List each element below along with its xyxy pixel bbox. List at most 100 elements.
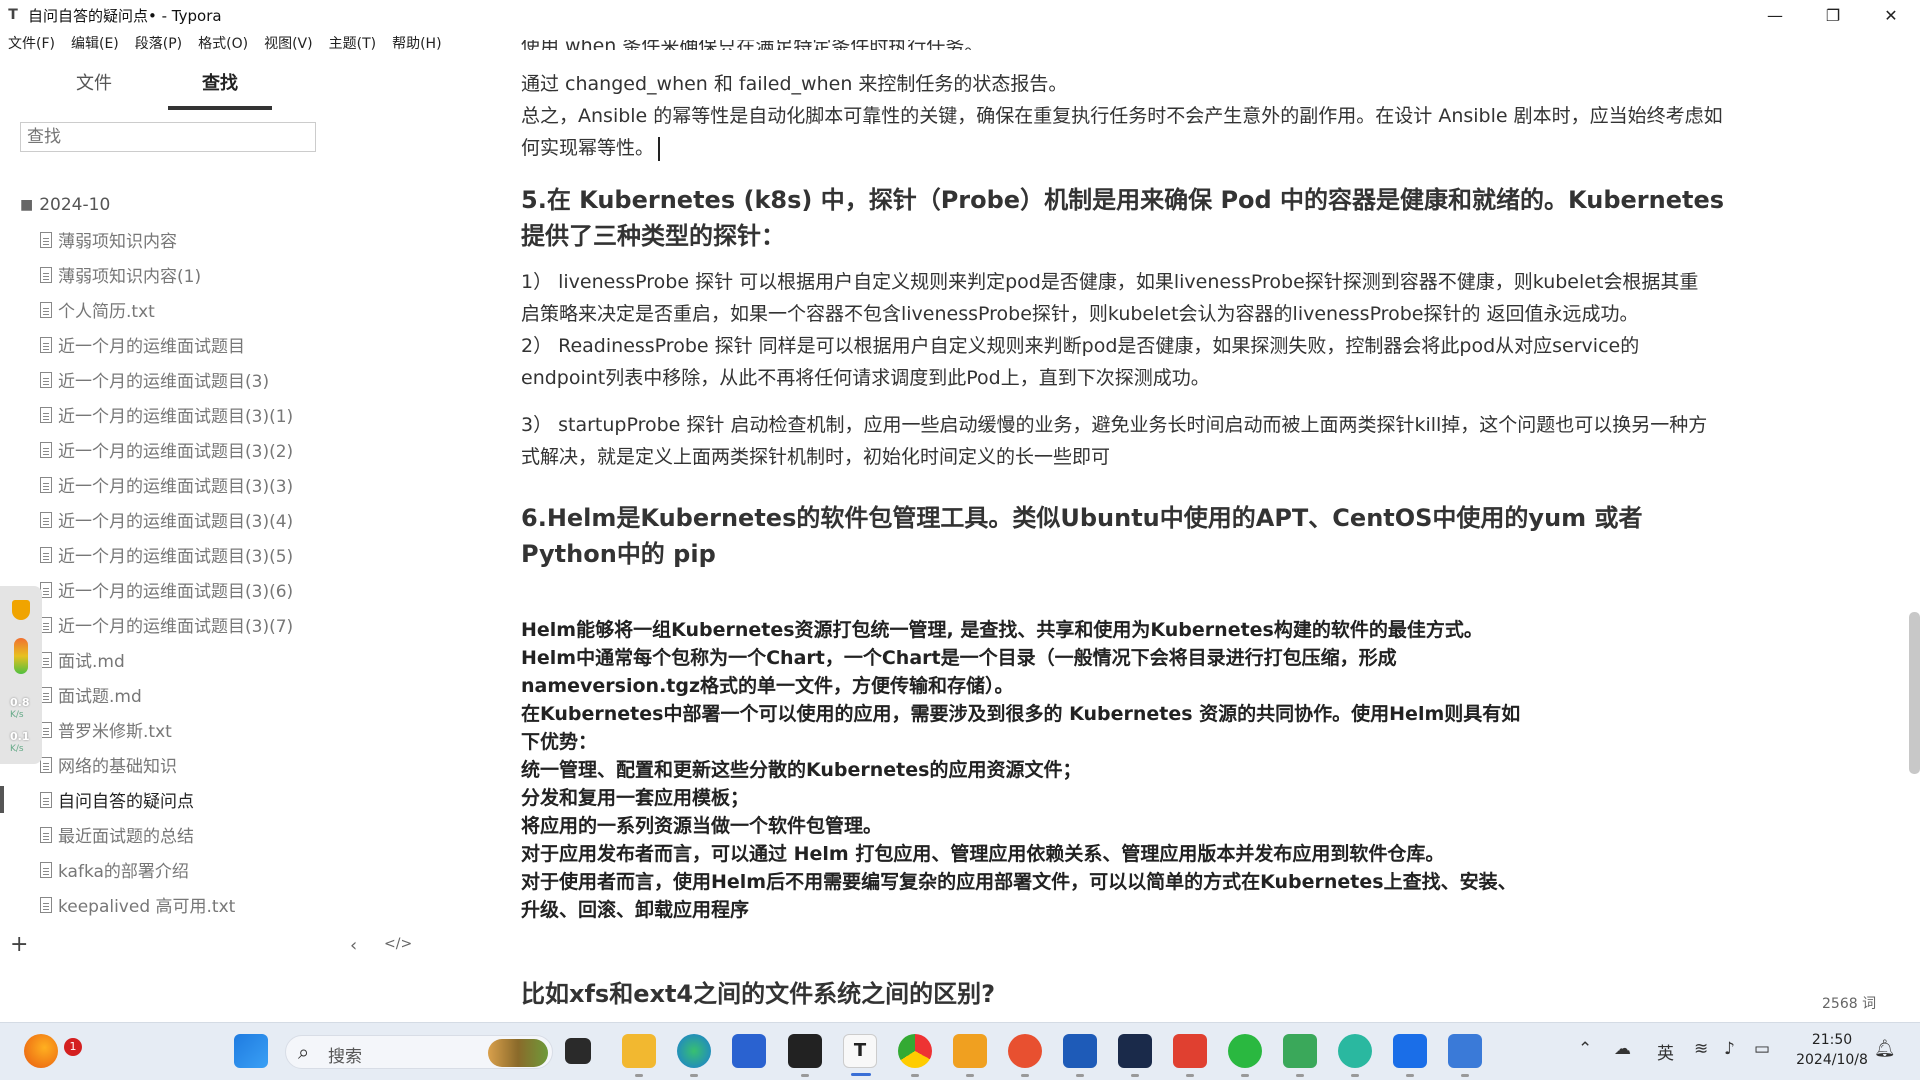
upload-unit: K/s (10, 710, 24, 720)
photos-icon[interactable] (1393, 1034, 1427, 1077)
terminal-cat-icon[interactable] (1118, 1034, 1152, 1077)
file-label: 自问自答的疑问点 (58, 792, 194, 812)
document-icon (40, 441, 52, 458)
file-label: 普罗米修斯.txt (58, 722, 172, 742)
file-item[interactable]: 近一个月的运维面试题目 (0, 327, 334, 362)
heading-probes: 5.在 Kubernetes (k8s) 中，探针（Probe）机制是用来确保 … (521, 186, 1725, 250)
file-item[interactable]: 面试.md (0, 642, 334, 677)
ime-indicator[interactable]: 英 (1657, 1039, 1674, 1064)
helm-line: 分发和复用一套应用模板； (521, 787, 750, 809)
edge-browser-icon[interactable] (677, 1034, 711, 1077)
document-icon (40, 476, 52, 493)
sidebar-search-input[interactable] (20, 122, 316, 152)
notification-bell-icon[interactable]: 🔔︎ (1874, 1039, 1896, 1059)
folder-item[interactable]: ■ 2024-10 (0, 188, 334, 222)
tab-search[interactable]: 查找 (168, 58, 272, 110)
battery-icon[interactable]: ▭ (1754, 1039, 1770, 1059)
taskbar: 1 ⌕ 搜索 T ⌃ ☁ 英 ≋ ♪ ▭ 21:50 2024/10/8 🔔︎ (0, 1022, 1920, 1080)
menu-paragraph[interactable]: 段落(P) (135, 33, 182, 53)
text-cursor (658, 136, 661, 161)
restore-button[interactable]: ❐ (1804, 0, 1862, 30)
xmind-icon[interactable] (1173, 1034, 1207, 1077)
word-icon[interactable] (1063, 1034, 1097, 1077)
screenshot-tool-icon[interactable] (953, 1034, 987, 1077)
taskbar-search-label: 搜索 (328, 1047, 362, 1067)
notepad-icon[interactable] (1448, 1034, 1482, 1077)
menu-file[interactable]: 文件(F) (8, 33, 55, 53)
add-file-button[interactable]: + (10, 932, 28, 957)
window-title: 自问自答的疑问点• - Typora (28, 6, 222, 25)
source-code-mode-button[interactable]: </> (384, 936, 412, 952)
file-label: keepalived 高可用.txt (58, 897, 236, 917)
file-item[interactable]: 近一个月的运维面试题目(3)(1) (0, 397, 334, 432)
document-icon (40, 546, 52, 563)
store-icon[interactable] (732, 1034, 766, 1068)
file-item[interactable]: 薄弱项知识内容 (0, 222, 334, 257)
file-item[interactable]: 个人简历.txt (0, 292, 334, 327)
document-icon (40, 371, 52, 388)
menu-format[interactable]: 格式(O) (198, 33, 248, 53)
tab-files[interactable]: 文件 (34, 58, 154, 110)
word-count[interactable]: 2568 词 (1822, 993, 1876, 1013)
file-item[interactable]: 近一个月的运维面试题目(3)(5) (0, 537, 334, 572)
paragraph: 通过 changed_when 和 failed_when 来控制任务的状态报告… (521, 73, 1068, 95)
minimize-button[interactable]: — (1746, 0, 1804, 30)
file-item[interactable]: 近一个月的运维面试题目(3) (0, 362, 334, 397)
file-label: 近一个月的运维面试题目(3)(7) (58, 617, 294, 637)
file-item[interactable]: 近一个月的运维面试题目(3)(6) (0, 572, 334, 607)
file-explorer-icon[interactable] (622, 1034, 656, 1077)
menu-help[interactable]: 帮助(H) (392, 33, 441, 53)
menu-theme[interactable]: 主题(T) (329, 33, 376, 53)
boss-app-icon[interactable] (1338, 1034, 1372, 1077)
document-icon (40, 756, 52, 773)
chrome-icon[interactable] (898, 1034, 932, 1077)
file-item[interactable]: 近一个月的运维面试题目(3)(3) (0, 467, 334, 502)
browser-icon[interactable] (1008, 1034, 1042, 1077)
file-label: 薄弱项知识内容(1) (58, 267, 202, 287)
file-item[interactable]: 近一个月的运维面试题目(3)(2) (0, 432, 334, 467)
file-label: 面试.md (58, 652, 125, 672)
taskbar-search[interactable]: ⌕ 搜索 (285, 1035, 553, 1069)
editor-content[interactable]: 使用 when 条件来确保只在满足特定条件时执行任务。 通过 changed_w… (521, 40, 1731, 1024)
system-clock[interactable]: 21:50 2024/10/8 (1792, 1030, 1872, 1070)
helm-line: Helm中通常每个包称为一个Chart，一个Chart是一个目录（一般情况下会将… (521, 647, 1397, 697)
file-label: 近一个月的运维面试题目(3)(6) (58, 582, 294, 602)
chevron-up-icon[interactable]: ⌃ (1578, 1039, 1592, 1059)
typora-taskbar-icon[interactable]: T (843, 1034, 877, 1076)
file-item[interactable]: keepalived 高可用.txt (0, 887, 334, 922)
file-label: 近一个月的运维面试题目 (58, 337, 245, 357)
volume-icon[interactable]: ♪ (1724, 1039, 1735, 1059)
file-label: 面试题.md (58, 687, 142, 707)
task-view-icon[interactable] (565, 1038, 591, 1064)
search-icon: ⌕ (298, 1040, 310, 1064)
file-item[interactable]: 薄弱项知识内容(1) (0, 257, 334, 292)
file-item[interactable]: 近一个月的运维面试题目(3)(4) (0, 502, 334, 537)
menu-edit[interactable]: 编辑(E) (71, 33, 119, 53)
onedrive-icon[interactable]: ☁ (1614, 1039, 1631, 1059)
file-item[interactable]: kafka的部署介绍 (0, 852, 334, 887)
partial-line: 使用 when 条件来确保只在满足特定条件时执行任务。 (521, 40, 983, 50)
wechat-icon[interactable] (1228, 1034, 1262, 1077)
editor-scrollbar[interactable] (1909, 612, 1920, 774)
virtualbox-icon[interactable] (788, 1034, 822, 1077)
file-label: 近一个月的运维面试题目(3)(5) (58, 547, 294, 567)
windows-start-icon[interactable] (234, 1034, 268, 1068)
file-item[interactable]: 面试题.md (0, 677, 334, 712)
close-button[interactable]: ✕ (1862, 0, 1920, 30)
weather-widget-icon[interactable]: 1 (24, 1034, 82, 1068)
network-monitor-widget[interactable]: 0.8 K/s 0.1 K/s (0, 586, 42, 764)
menu-view[interactable]: 视图(V) (264, 33, 313, 53)
helm-line: 统一管理、配置和更新这些分散的Kubernetes的应用资源文件； (521, 759, 1082, 781)
file-item[interactable]: 网络的基础知识 (0, 747, 334, 782)
file-item[interactable]: 最近面试题的总结 (0, 817, 334, 852)
file-tree: ■ 2024-10 薄弱项知识内容薄弱项知识内容(1) 个人简历.txt 近一个月的… (0, 188, 334, 922)
file-item[interactable]: 普罗米修斯.txt (0, 712, 334, 747)
paragraph: 1） livenessProbe 探针 可以根据用户自定义规则来判定pod是否健… (521, 271, 1699, 325)
file-item[interactable]: 近一个月的运维面试题目(3)(7) (0, 607, 334, 642)
collapse-sidebar-button[interactable]: ‹ (350, 935, 357, 956)
file-item[interactable]: 自问自答的疑问点 (0, 782, 334, 817)
remote-desktop-icon[interactable] (1283, 1034, 1317, 1077)
paragraph: 3） startupProbe 探针 启动检查机制，应用一些启动缓慢的业务，避免… (521, 414, 1708, 468)
wifi-icon[interactable]: ≋ (1694, 1039, 1708, 1059)
search-highlight-image (488, 1039, 548, 1067)
